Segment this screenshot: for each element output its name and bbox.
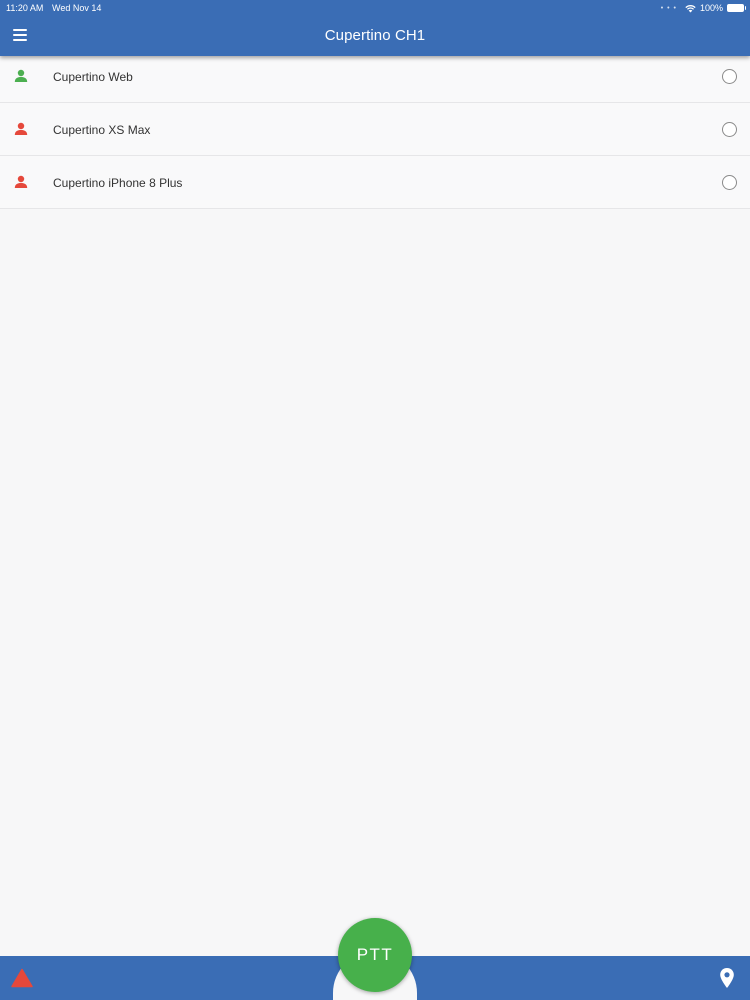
- wifi-icon: [685, 4, 696, 12]
- status-date: Wed Nov 14: [52, 3, 102, 13]
- page-title: Cupertino CH1: [324, 27, 426, 44]
- battery-percent: 100%: [699, 3, 723, 13]
- push-to-talk-button[interactable]: PTT: [338, 918, 412, 992]
- contact-list: Cupertino Web Cupertino XS Max Cupertino…: [0, 56, 750, 209]
- contact-select-radio[interactable]: [722, 69, 737, 84]
- battery-icon: [727, 4, 746, 12]
- location-pin-icon[interactable]: [719, 967, 735, 989]
- contact-select-radio[interactable]: [722, 122, 737, 137]
- contact-name: Cupertino iPhone 8 Plus: [53, 176, 183, 190]
- contact-name: Cupertino XS Max: [53, 123, 151, 137]
- contact-row[interactable]: Cupertino XS Max: [0, 103, 750, 156]
- app-screen: 11:20 AM Wed Nov 14 • • • 100% Cupertino…: [0, 0, 750, 1000]
- contact-select-radio[interactable]: [722, 175, 737, 190]
- warning-triangle-icon[interactable]: [11, 968, 33, 988]
- signal-dots-icon: • • •: [660, 4, 677, 12]
- person-icon: [14, 122, 28, 135]
- person-icon: [14, 69, 28, 82]
- status-time: 11:20 AM: [6, 3, 44, 13]
- person-icon: [14, 175, 28, 188]
- contact-row[interactable]: Cupertino iPhone 8 Plus: [0, 156, 750, 209]
- contact-row[interactable]: Cupertino Web: [0, 56, 750, 103]
- status-bar: 11:20 AM Wed Nov 14 • • • 100%: [0, 0, 750, 15]
- contact-name: Cupertino Web: [53, 70, 133, 84]
- app-header: 11:20 AM Wed Nov 14 • • • 100% Cupertino…: [0, 0, 750, 56]
- status-indicators: • • • 100%: [660, 2, 746, 14]
